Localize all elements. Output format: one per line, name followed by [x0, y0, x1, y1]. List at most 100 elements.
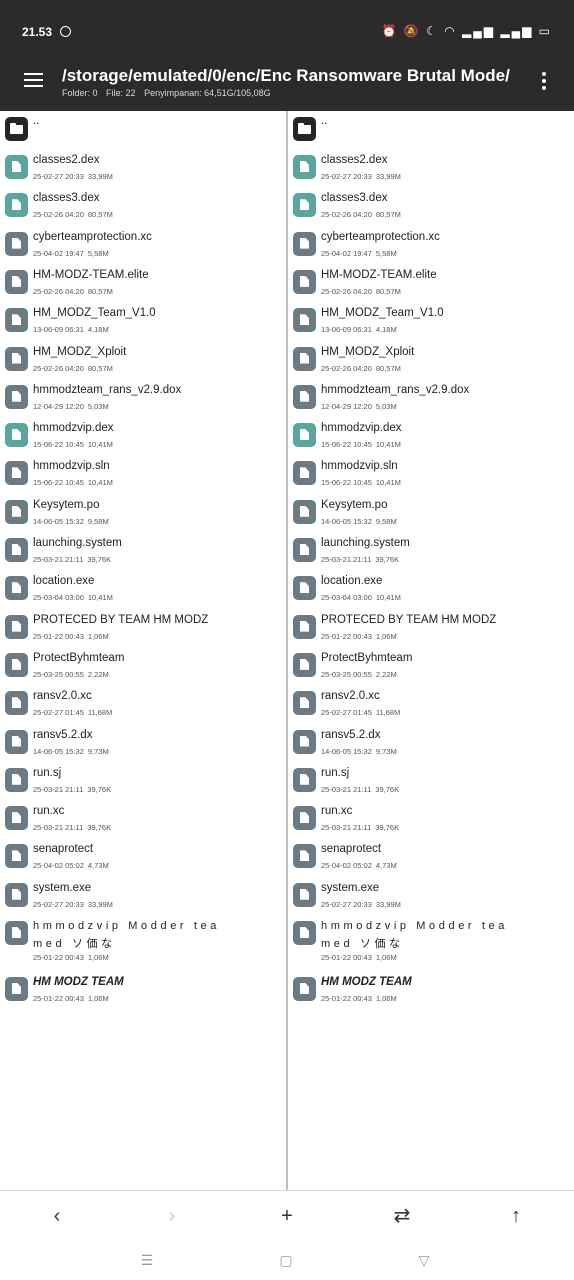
page-glyph [300, 505, 309, 517]
add-icon[interactable]: + [274, 1203, 300, 1229]
file-item[interactable]: HM_MODZ_Team_V1.0 13-06-09 06:31 4,18M [0, 302, 286, 340]
storage-info: Folder: 0 File: 22 Penyimpanan: 64,51G/1… [62, 88, 271, 98]
file-item[interactable]: ransv5.2.dx 14-06-05 15:32 9,73M [288, 724, 574, 762]
file-item[interactable]: HM-MODZ-TEAM.elite 25-02-26 04:20 80,57M [0, 264, 286, 302]
file-size: 80,57M [375, 210, 401, 220]
file-date: 25-02-26 04:20 [321, 286, 372, 296]
file-date: 12-04-29 12:20 [33, 401, 84, 411]
file-item[interactable]: run.xc 25-03-21 21:11 39,76K [0, 800, 286, 838]
folder-glyph [10, 123, 23, 134]
file-icon [293, 614, 316, 639]
page-glyph [12, 658, 21, 670]
file-item[interactable]: run.sj 25-03-21 21:11 39,76K [288, 762, 574, 800]
file-date: 25-01-22 00:43 [321, 994, 372, 1003]
file-item[interactable]: cyberteamprotection.xc 25-04-02 19:47 5,58… [0, 226, 286, 264]
file-name: run.xc [321, 805, 353, 818]
mute-icon: 🔕 [403, 24, 421, 38]
file-size: 4,18M [375, 325, 397, 335]
file-date: 25-02-26 04:20 [33, 286, 84, 296]
file-item[interactable]: PROTECED BY TEAM HM MODZ 25-01-22 00:43 1,… [288, 609, 574, 647]
file-item[interactable]: location.exe 25-03-04 03:00 10,41M [0, 570, 286, 608]
file-icon [293, 231, 316, 256]
file-name: hmmodzteam_rans_v2.9.dox [33, 383, 182, 396]
menu-icon[interactable] [24, 72, 44, 88]
swap-panes-icon[interactable]: ⇄ [389, 1203, 415, 1229]
page-glyph [300, 352, 309, 364]
home-icon[interactable]: ▢ [276, 1250, 296, 1270]
file-item[interactable]: launching.system 25-03-21 21:11 39,76K [0, 532, 286, 570]
file-item[interactable]: HM_MODZ_Xploit 25-02-26 04:20 80,57M [288, 341, 574, 379]
file-item[interactable]: ransv2.0.xc 25-02-27 01:45 11,68M [0, 685, 286, 723]
file-item[interactable]: hmmodzteam_rans_v2.9.dox 12-04-29 12:20 5,… [288, 379, 574, 417]
file-item[interactable]: system.exe 25-02-27 20:33 33,99M [0, 877, 286, 915]
up-directory-icon[interactable]: ↑ [503, 1203, 529, 1229]
file-item[interactable]: classes2.dex 25-02-27 20:33 33,99M [0, 149, 286, 187]
file-item[interactable]: HM MODZ TEAM 25-01-22 00:43 1,06M [288, 971, 574, 1009]
file-item[interactable]: run.sj 25-03-21 21:11 39,76K [0, 762, 286, 800]
file-item[interactable]: Keysytem.po 14-06-05 15:32 9,58M [0, 494, 286, 532]
file-name: ransv2.0.xc [321, 690, 380, 703]
page-glyph [300, 544, 309, 555]
file-item[interactable]: hmmodzvip.dex 15-06-22 10:45 10,41M [288, 417, 574, 455]
file-size: 39,76K [375, 784, 400, 794]
file-item[interactable]: ProtectByhmteam 25-03-25 00:55 2,22M [288, 647, 574, 685]
file-name: system.exe [33, 881, 92, 894]
file-icon [293, 269, 316, 294]
dex-file-icon [293, 193, 316, 218]
file-meta: 15-06-22 10:45 10,41M [33, 478, 113, 487]
file-item[interactable]: hmmodzteam_rans_v2.9.dox 12-04-29 12:20 5,… [0, 379, 286, 417]
whatsapp-icon [60, 26, 71, 37]
file-icon [5, 499, 28, 524]
file-name: location.exe [33, 575, 95, 588]
page-glyph [12, 620, 21, 632]
file-item[interactable]: HM-MODZ-TEAM.elite 25-02-26 04:20 80,57M [288, 264, 574, 302]
file-item[interactable]: ransv5.2.dx 14-06-05 15:32 9,73M [0, 724, 286, 762]
file-item[interactable]: senaprotect 25-04-02 05:02 4,73M [288, 838, 574, 876]
file-icon [5, 806, 28, 831]
file-item[interactable]: senaprotect 25-04-02 05:02 4,73M [0, 838, 286, 876]
parent-directory-item[interactable]: .. [0, 111, 286, 149]
file-name: ProtectByhmteam [321, 651, 413, 664]
file-size: 5,58M [87, 248, 109, 258]
file-item[interactable]: hmmodzvip.dex 15-06-22 10:45 10,41M [0, 417, 286, 455]
file-size: 2,22M [375, 669, 397, 679]
file-item[interactable]: hmmodzvip Modder tea med ソ価な 25-01-22 00:4… [0, 915, 286, 969]
file-item[interactable]: ransv2.0.xc 25-02-27 01:45 11,68M [288, 685, 574, 723]
file-item[interactable]: hmmodzvip.sln 15-06-22 10:45 10,41M [288, 455, 574, 493]
forward-arrow-icon[interactable]: › [159, 1203, 185, 1229]
file-item[interactable]: system.exe 25-02-27 20:33 33,99M [288, 877, 574, 915]
file-size: 10,41M [375, 593, 401, 603]
file-date: 25-02-27 20:33 [33, 172, 84, 181]
file-item[interactable]: Keysytem.po 14-06-05 15:32 9,58M [288, 494, 574, 532]
file-item[interactable]: classes3.dex 25-02-26 04:20 80,57M [0, 187, 286, 225]
file-item[interactable]: HM_MODZ_Team_V1.0 13-06-09 06:31 4,18M [288, 302, 574, 340]
file-item[interactable]: run.xc 25-03-21 21:11 39,76K [288, 800, 574, 838]
file-item[interactable]: cyberteamprotection.xc 25-04-02 19:47 5,58… [288, 226, 574, 264]
file-item[interactable]: classes3.dex 25-02-26 04:20 80,57M [288, 187, 574, 225]
file-date: 25-02-26 04:20 [33, 363, 84, 373]
more-options-icon[interactable] [541, 72, 547, 90]
file-date: 15-06-22 10:45 [321, 440, 372, 450]
file-item[interactable]: location.exe 25-03-04 03:00 10,41M [288, 570, 574, 608]
file-item[interactable]: HM_MODZ_Xploit 25-02-26 04:20 80,57M [0, 341, 286, 379]
file-item[interactable]: classes2.dex 25-02-27 20:33 33,99M [288, 149, 574, 187]
file-date: 25-03-04 03:00 [33, 593, 84, 603]
file-icon [5, 652, 28, 677]
file-name: hmmodzvip.dex [33, 422, 114, 435]
file-item[interactable]: ProtectByhmteam 25-03-25 00:55 2,22M [0, 647, 286, 685]
file-meta: 25-03-21 21:11 39,76K [321, 555, 399, 564]
back-triangle-icon[interactable]: ▽ [414, 1250, 434, 1270]
back-arrow-icon[interactable]: ‹ [44, 1203, 70, 1229]
recents-icon[interactable]: ☰ [137, 1250, 157, 1270]
file-item[interactable]: launching.system 25-03-21 21:11 39,76K [288, 532, 574, 570]
file-size: 39,76K [87, 555, 112, 564]
file-item[interactable]: hmmodzvip.sln 15-06-22 10:45 10,41M [0, 455, 286, 493]
page-glyph [300, 390, 309, 402]
file-item[interactable]: hmmodzvip Modder tea med ソ価な 25-01-22 00:4… [288, 915, 574, 969]
file-name: classes3.dex [321, 192, 388, 205]
file-item[interactable]: HM MODZ TEAM 25-01-22 00:43 1,06M [0, 971, 286, 1009]
file-item[interactable]: PROTECED BY TEAM HM MODZ 25-01-22 00:43 1,… [0, 609, 286, 647]
parent-directory-item[interactable]: .. [288, 111, 574, 149]
file-date: 25-03-21 21:11 [321, 555, 372, 564]
page-glyph [300, 237, 309, 249]
